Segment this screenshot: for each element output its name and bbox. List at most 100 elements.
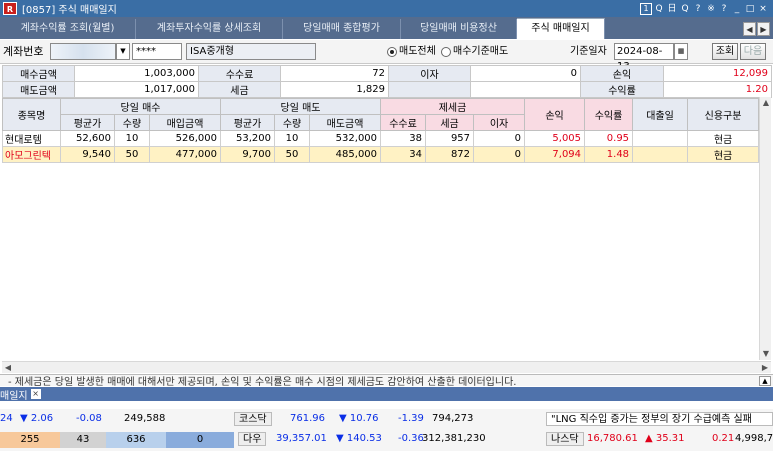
col-buy-qty[interactable]: 수량 <box>114 114 150 131</box>
query-button[interactable]: 조회 <box>712 43 738 60</box>
col-buy-avg-price[interactable]: 평균가 <box>60 114 115 131</box>
kosdaq-change: ▼ 10.76 <box>339 413 379 424</box>
breadth-up-count: 255 <box>0 432 60 448</box>
pin-icon[interactable]: ? <box>692 3 704 15</box>
filter-bar: 계좌번호 ▼ **** ISA중개형 매도전체 매수기준매도 기준일자 2024… <box>0 40 773 72</box>
password-input[interactable]: **** <box>132 43 182 60</box>
col-buy-amount[interactable]: 매입금액 <box>148 114 222 131</box>
minimize-icon[interactable]: _ <box>731 3 743 15</box>
cell-stock-name[interactable]: 아모그린텍 <box>2 146 61 163</box>
index-volume: 249,588 <box>124 413 166 424</box>
col-pnl[interactable]: 손익 <box>524 98 586 131</box>
col-credit-type[interactable]: 신용구분 <box>687 98 760 131</box>
layout-icon[interactable]: 日 <box>666 3 678 15</box>
table-row[interactable]: 현대로템 52,600 10 526,000 53,200 10 532,000… <box>2 130 760 147</box>
return-label: 수익률 <box>580 81 664 98</box>
calendar-icon[interactable]: ▦ <box>674 43 688 60</box>
nasdaq-value: 16,780.61 <box>587 433 638 444</box>
cell-sell-avg: 53,200 <box>220 130 276 147</box>
index-change-pct: -0.08 <box>76 413 102 424</box>
trade-journal-grid: 종목명 당일 매수 당일 매도 제세금 손익 수익률 대출일 신용구분 평균가 … <box>2 98 760 163</box>
mini-window-bar: 매일지 × <box>0 387 773 402</box>
col-sell-amount[interactable]: 매도금액 <box>309 114 382 131</box>
cell-credit-type: 현금 <box>687 130 760 147</box>
news-headline[interactable]: "LNG 직수입 증가는 정부의 장기 수급예측 실패 <box>546 412 773 426</box>
scroll-right-icon[interactable]: ▶ <box>759 362 771 374</box>
close-icon[interactable]: × <box>757 3 769 15</box>
mini-window-title: 매일지 <box>0 390 28 402</box>
vertical-scrollbar[interactable]: ▲ ▼ <box>759 97 771 360</box>
dow-change: ▼ 140.53 <box>336 433 382 444</box>
col-loan-date[interactable]: 대출일 <box>632 98 689 131</box>
tab-bar: 계좌수익률 조회(월별) 계좌투자수익률 상세조회 당일매매 종합평가 당일매매… <box>0 17 773 39</box>
col-stock-name[interactable]: 종목명 <box>2 98 61 131</box>
cell-buy-amount: 526,000 <box>148 130 222 147</box>
note-expand-icon[interactable]: ▲ <box>759 376 771 386</box>
mini-window-close-icon[interactable]: × <box>30 389 41 399</box>
search-icon[interactable]: Q <box>653 3 665 15</box>
kosdaq-volume: 794,273 <box>432 413 474 424</box>
scroll-down-icon[interactable]: ▼ <box>760 348 772 360</box>
dow-change-pct: -0.36 <box>398 433 424 444</box>
cell-loan-date <box>632 146 689 163</box>
radio-sell-all[interactable]: 매도전체 <box>387 43 436 60</box>
col-tax[interactable]: 세금 <box>425 114 475 131</box>
screen-number-icon[interactable]: 1 <box>640 2 652 15</box>
summary-table: 매수금액 1,003,000 수수료 72 이자 0 손익 12,099 매도금… <box>2 65 772 98</box>
next-button[interactable]: 다음 <box>740 43 766 60</box>
cell-sell-avg: 9,700 <box>220 146 276 163</box>
col-sell-avg-price[interactable]: 평균가 <box>220 114 276 131</box>
breadth-flat-count: 43 <box>60 432 106 448</box>
tab-daily-trade-eval[interactable]: 당일매매 종합평가 <box>283 19 401 39</box>
dow-label[interactable]: 다우 <box>238 432 267 446</box>
radio-buy-base-label: 매수기준매도 <box>453 46 509 57</box>
table-row[interactable]: 아모그린텍 9,540 50 477,000 9,700 50 485,000 … <box>2 146 760 163</box>
cell-fee: 34 <box>380 146 427 163</box>
cell-pnl: 7,094 <box>524 146 586 163</box>
col-return-rate[interactable]: 수익률 <box>584 98 634 131</box>
account-dropdown-icon[interactable]: ▼ <box>116 43 130 60</box>
col-group-daily-buy: 당일 매수 <box>59 98 222 115</box>
settings-icon[interactable]: ※ <box>705 3 717 15</box>
account-number-input[interactable] <box>50 43 116 60</box>
tab-next-icon[interactable]: ▶ <box>757 22 770 36</box>
cell-tax: 872 <box>425 146 475 163</box>
col-sell-qty[interactable]: 수량 <box>274 114 311 131</box>
scroll-left-icon[interactable]: ◀ <box>2 362 14 374</box>
tab-daily-trade-cost[interactable]: 당일매매 비용정산 <box>401 19 517 39</box>
help-icon[interactable]: ? <box>718 3 730 15</box>
market-ticker-row-1: 24 ▼ 2.06 -0.08 249,588 코스닥 761.96 ▼ 10.… <box>0 409 773 429</box>
radio-selected-icon <box>387 46 397 57</box>
tab-account-return-detail[interactable]: 계좌투자수익률 상세조회 <box>136 19 283 39</box>
summary-empty-label <box>388 81 471 98</box>
radio-buy-base[interactable]: 매수기준매도 <box>441 43 508 60</box>
col-fee[interactable]: 수수료 <box>380 114 427 131</box>
col-interest[interactable]: 이자 <box>473 114 526 131</box>
cell-sell-qty: 50 <box>274 146 311 163</box>
cell-interest: 0 <box>473 146 526 163</box>
tax-label: 세금 <box>198 81 281 98</box>
cell-return-rate: 0.95 <box>584 130 634 147</box>
account-label: 계좌번호 <box>3 45 44 58</box>
buy-amount-label: 매수금액 <box>2 65 75 82</box>
tab-trade-journal[interactable]: 주식 매매일지 <box>517 18 605 39</box>
date-input[interactable]: 2024-08-13 <box>614 43 674 72</box>
kosdaq-value: 761.96 <box>290 413 325 424</box>
window-controls: 1 Q 日 Q ? ※ ? _ □ × <box>640 2 773 15</box>
account-type-field: ISA중개형 <box>186 43 316 60</box>
scroll-up-icon[interactable]: ▲ <box>760 97 772 109</box>
nasdaq-change: ▲ 35.31 <box>645 433 685 444</box>
summary-empty-value <box>470 81 581 98</box>
radio-unselected-icon <box>441 46 451 57</box>
nasdaq-label[interactable]: 나스닥 <box>546 432 584 446</box>
sell-amount-value: 1,017,000 <box>74 81 199 98</box>
tab-account-return-monthly[interactable]: 계좌수익률 조회(월별) <box>0 19 136 39</box>
cell-stock-name[interactable]: 현대로템 <box>2 130 61 147</box>
col-group-costs: 제세금 <box>380 98 526 115</box>
zoom-icon[interactable]: Q <box>679 3 691 15</box>
date-label: 기준일자 <box>570 46 607 57</box>
maximize-icon[interactable]: □ <box>744 3 756 15</box>
horizontal-scrollbar[interactable]: ◀ ▶ <box>2 361 771 373</box>
kosdaq-label[interactable]: 코스닥 <box>234 412 272 426</box>
tab-prev-icon[interactable]: ◀ <box>743 22 756 36</box>
